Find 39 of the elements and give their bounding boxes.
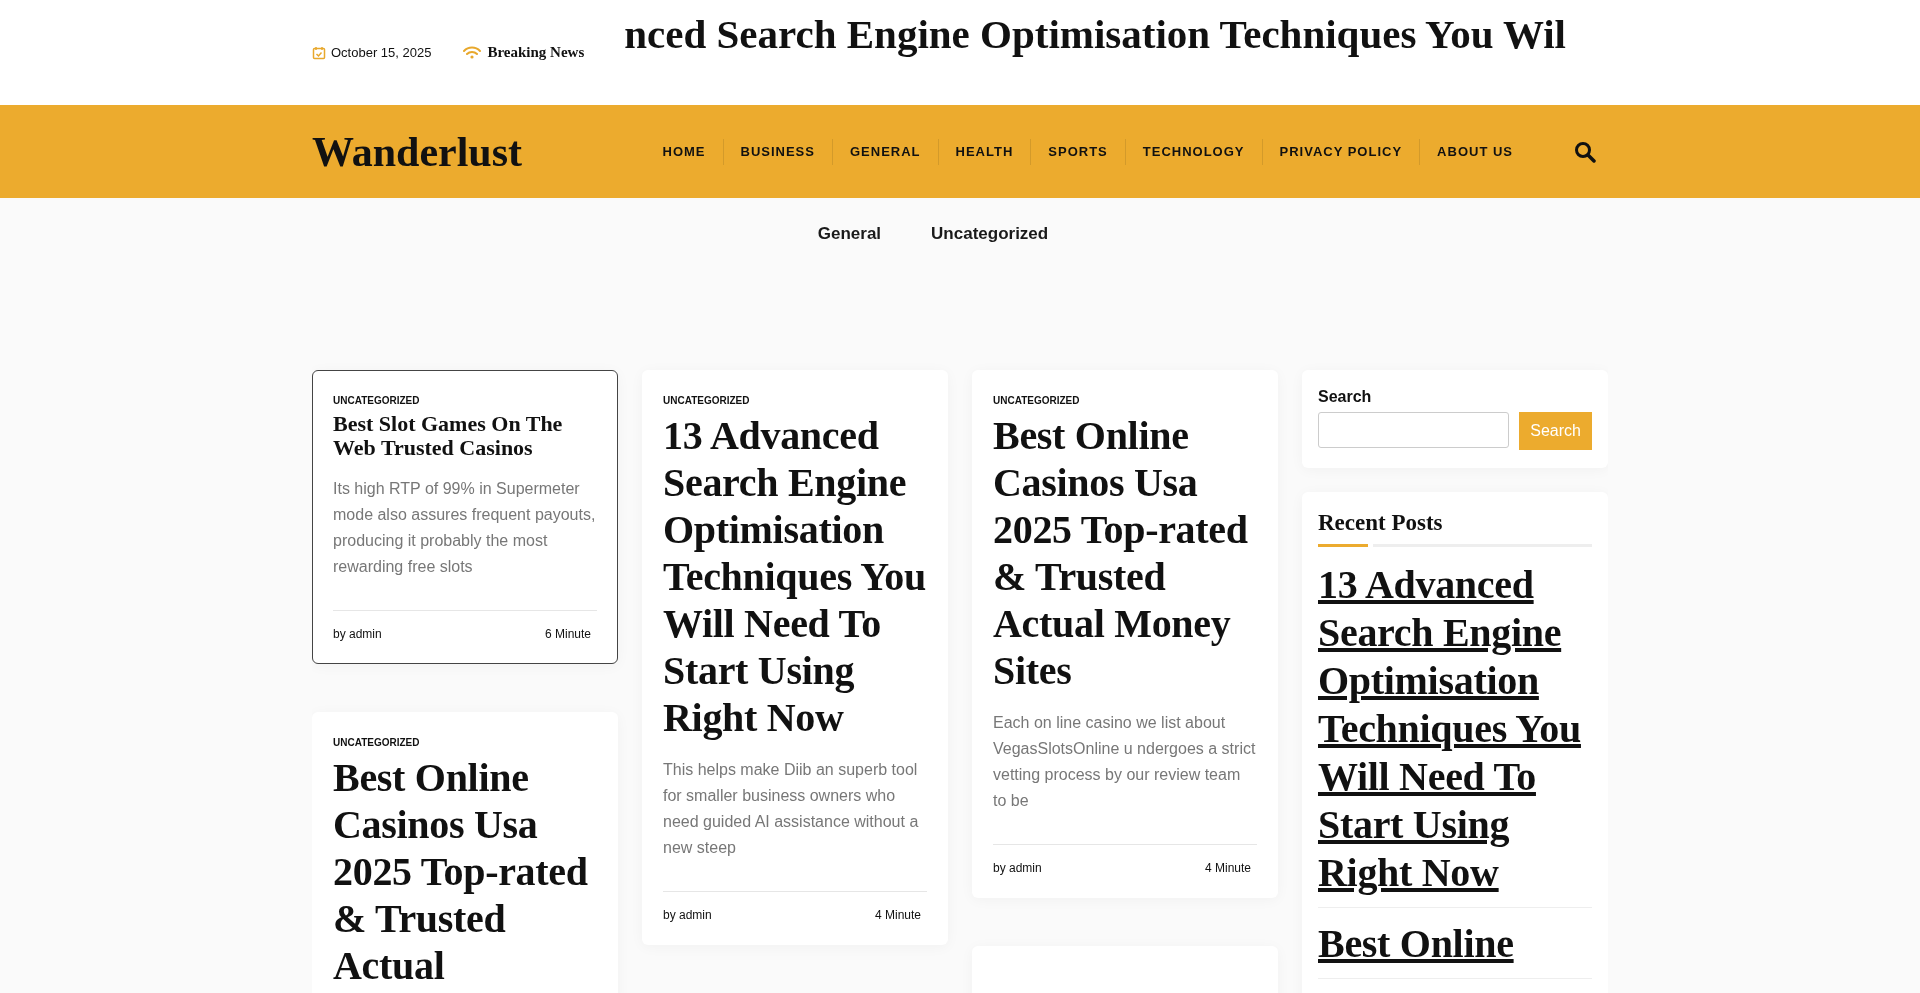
nav-link[interactable]: BUSINESS (722, 138, 832, 165)
nav-link[interactable]: PRIVACY POLICY (1261, 138, 1420, 165)
category-label[interactable]: UNCATEGORIZED (333, 395, 597, 406)
read-time: 4 Minute (874, 908, 921, 922)
read-time: 4 Minute (1204, 861, 1251, 875)
calendar-icon (312, 45, 326, 60)
nav-link[interactable]: SPORTS (1030, 138, 1125, 165)
category-label[interactable]: UNCATEGORIZED (663, 395, 927, 406)
post-excerpt: This helps make Diib an superb tool for smaller business owners who need guided AI assistance without a new steep (663, 760, 920, 858)
date-text: October 15, 2025 (312, 45, 432, 60)
nav-link[interactable]: HOME (645, 138, 723, 165)
nav-link[interactable]: GENERAL (831, 138, 938, 165)
search-icon[interactable] (1574, 140, 1596, 163)
nav-link[interactable]: HEALTH (937, 138, 1031, 165)
widget-title: Recent Posts (1318, 510, 1444, 536)
post-title[interactable]: Best Slot Games On The Web Trusted Casinos (333, 412, 597, 460)
author-link[interactable]: by admin (663, 908, 712, 922)
breaking-news-label: Breaking News (487, 44, 585, 61)
nav-link[interactable]: TECHNOLOGY (1124, 138, 1262, 165)
search-field[interactable] (1318, 412, 1510, 448)
read-time: 6 Minute (544, 627, 591, 641)
ticker-headline[interactable]: nced Search Engine Optimisation Techniques You Wil (624, 10, 1566, 58)
post-title[interactable]: 13 Advanced Search Engine Optimisation Techniques You Will Need To Start Using Right Now (663, 412, 927, 741)
post-title[interactable]: Best Online Casinos Usa 2025 Top-rated & Trusted Actual (333, 754, 597, 989)
site-logo[interactable]: Wanderlust (312, 127, 612, 176)
post-excerpt: Each on line casino we list about VegasSlotsOnline u ndergoes a strict vetting process by our review team to be (993, 713, 1257, 811)
author-link[interactable]: by admin (333, 627, 382, 641)
category-link[interactable]: General (817, 224, 882, 344)
author-link[interactable]: by admin (993, 861, 1042, 875)
recent-post-link[interactable]: 13 Advanced Search Engine Optimisation Techniques You Will Need To Start Using Right Now (1318, 561, 1592, 897)
search-label: Search (1318, 388, 1373, 406)
recent-post-link[interactable]: Best Online (1318, 920, 1592, 968)
category-label[interactable]: UNCATEGORIZED (333, 737, 597, 748)
post-excerpt: Its high RTP of 99% in Supermeter mode also assures frequent payouts, producing it probably the most rewarding free slots (333, 479, 597, 577)
nav-link[interactable]: ABOUT US (1419, 138, 1530, 165)
wifi-icon (463, 46, 482, 59)
category-label[interactable]: UNCATEGORIZED (993, 395, 1257, 406)
category-link[interactable]: Uncategorized (931, 224, 1049, 344)
post-title[interactable]: Best Online Casinos Usa 2025 Top-rated & Trusted Actual Money Sites (993, 412, 1257, 694)
